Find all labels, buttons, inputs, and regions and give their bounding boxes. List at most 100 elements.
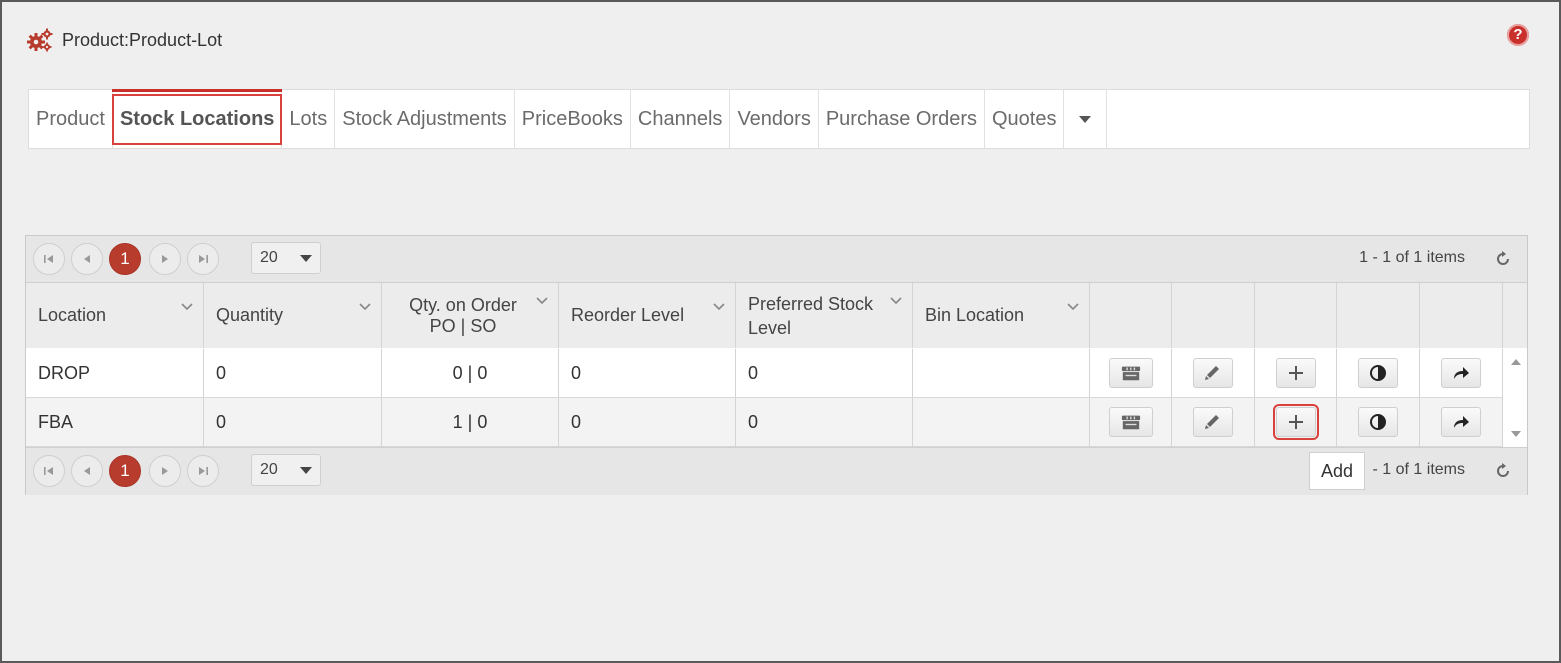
toggle-button[interactable]: [1358, 407, 1398, 437]
location-cell: FBA: [26, 398, 204, 446]
column-header-bin-location[interactable]: Bin Location: [913, 283, 1090, 348]
next-page-icon: [162, 467, 168, 475]
page-size-select[interactable]: 20: [251, 454, 321, 486]
tab-product[interactable]: Product: [29, 90, 113, 148]
chevron-down-icon[interactable]: [181, 303, 193, 311]
tab-lots[interactable]: Lots: [282, 90, 336, 148]
items-info: - 1 of 1 items: [1372, 461, 1465, 478]
scroll-down-icon[interactable]: [1511, 431, 1521, 437]
chevron-down-icon[interactable]: [890, 297, 902, 305]
first-page-button[interactable]: [33, 455, 65, 487]
bin-location-cell: [913, 349, 1090, 397]
column-header-action-4: [1337, 283, 1420, 348]
tab-channels[interactable]: Channels: [631, 90, 731, 148]
forward-button[interactable]: [1441, 407, 1481, 437]
column-header-action-5: [1420, 283, 1503, 348]
add-button[interactable]: [1272, 404, 1319, 440]
scroll-up-icon[interactable]: [1511, 359, 1521, 365]
warehouse-icon: [1121, 366, 1140, 381]
first-page-icon: [44, 255, 53, 263]
bin-location-cell: [913, 398, 1090, 446]
window-title: Product:Product-Lot: [26, 26, 222, 54]
reorder-level-cell: 0: [559, 349, 736, 397]
prev-page-icon: [84, 255, 90, 263]
on-order-cell: 1 | 0: [382, 398, 559, 446]
last-page-icon: [199, 467, 208, 475]
chevron-down-icon: [1079, 115, 1092, 123]
prev-page-button[interactable]: [71, 455, 103, 487]
vertical-scrollbar[interactable]: [1505, 349, 1527, 447]
column-header-action-1: [1090, 283, 1172, 348]
location-cell: DROP: [26, 349, 204, 397]
refresh-icon[interactable]: [1495, 463, 1511, 479]
stock-locations-grid: 1 20 1 - 1 of 1 items Location Quantity …: [25, 235, 1528, 495]
add-tooltip: Add: [1309, 452, 1365, 490]
tab-more-dropdown[interactable]: [1064, 90, 1108, 148]
refresh-icon[interactable]: [1495, 251, 1511, 267]
page-size-select[interactable]: 20: [251, 242, 321, 274]
chevron-down-icon: [300, 255, 312, 262]
prev-page-icon: [84, 467, 90, 475]
quantity-cell: 0: [204, 398, 382, 446]
warehouse-button[interactable]: [1108, 407, 1153, 437]
tab-purchase-orders[interactable]: Purchase Orders: [819, 90, 985, 148]
contrast-icon: [1370, 365, 1386, 381]
contrast-icon: [1370, 414, 1386, 430]
first-page-icon: [44, 467, 53, 475]
warehouse-icon: [1121, 415, 1140, 430]
current-page-button[interactable]: 1: [109, 455, 141, 487]
forward-button[interactable]: [1441, 358, 1481, 388]
column-header-action-2: [1172, 283, 1255, 348]
column-header-reorder-level[interactable]: Reorder Level: [559, 283, 736, 348]
tab-quotes[interactable]: Quotes: [985, 90, 1065, 148]
preferred-stock-cell: 0: [736, 349, 913, 397]
help-icon[interactable]: ?: [1507, 24, 1529, 46]
next-page-icon: [162, 255, 168, 263]
tab-pricebooks[interactable]: PriceBooks: [515, 90, 631, 148]
edit-button[interactable]: [1193, 407, 1233, 437]
table-row[interactable]: FBA 0 1 | 0 0 0: [26, 398, 1503, 447]
column-header-quantity[interactable]: Quantity: [204, 283, 382, 348]
column-header-preferred-stock-level[interactable]: Preferred Stock Level: [736, 283, 913, 348]
toggle-button[interactable]: [1358, 358, 1398, 388]
pencil-icon: [1205, 415, 1219, 429]
first-page-button[interactable]: [33, 243, 65, 275]
window-title-text: Product:Product-Lot: [62, 29, 223, 50]
chevron-down-icon[interactable]: [359, 303, 371, 311]
table-row[interactable]: DROP 0 0 | 0 0 0: [26, 349, 1503, 398]
tab-vendors[interactable]: Vendors: [730, 90, 819, 148]
plus-icon: [1288, 415, 1303, 429]
last-page-icon: [199, 255, 208, 263]
add-button[interactable]: [1275, 358, 1316, 388]
tab-stock-locations[interactable]: Stock Locations: [111, 89, 283, 148]
chevron-down-icon[interactable]: [713, 303, 725, 311]
share-icon: [1454, 367, 1469, 379]
pager-bottom: 1 20 - 1 of 1 items: [26, 447, 1527, 495]
pencil-icon: [1205, 366, 1219, 380]
reorder-level-cell: 0: [559, 398, 736, 446]
last-page-button[interactable]: [187, 455, 219, 487]
grid-header: Location Quantity Qty. on Order PO | SO …: [26, 283, 1527, 348]
next-page-button[interactable]: [149, 455, 181, 487]
tab-bar: Product Stock Locations Lots Stock Adjus…: [28, 89, 1530, 149]
edit-button[interactable]: [1193, 358, 1233, 388]
next-page-button[interactable]: [149, 243, 181, 275]
gears-icon: [27, 28, 53, 52]
items-info: 1 - 1 of 1 items: [1359, 249, 1465, 266]
tab-stock-adjustments[interactable]: Stock Adjustments: [335, 90, 515, 148]
pager-top: 1 20 1 - 1 of 1 items: [26, 236, 1527, 283]
last-page-button[interactable]: [187, 243, 219, 275]
plus-icon: [1288, 366, 1303, 380]
app-window: Product:Product-Lot ? Product Stock Loca…: [0, 0, 1561, 663]
chevron-down-icon[interactable]: [1067, 303, 1079, 311]
column-header-action-3: [1255, 283, 1337, 348]
column-header-qty-on-order[interactable]: Qty. on Order PO | SO: [382, 283, 559, 348]
column-header-location[interactable]: Location: [26, 283, 204, 348]
chevron-down-icon[interactable]: [536, 297, 548, 305]
preferred-stock-cell: 0: [736, 398, 913, 446]
warehouse-button[interactable]: [1108, 358, 1153, 388]
on-order-cell: 0 | 0: [382, 349, 559, 397]
chevron-down-icon: [300, 467, 312, 474]
current-page-button[interactable]: 1: [109, 243, 141, 275]
prev-page-button[interactable]: [71, 243, 103, 275]
